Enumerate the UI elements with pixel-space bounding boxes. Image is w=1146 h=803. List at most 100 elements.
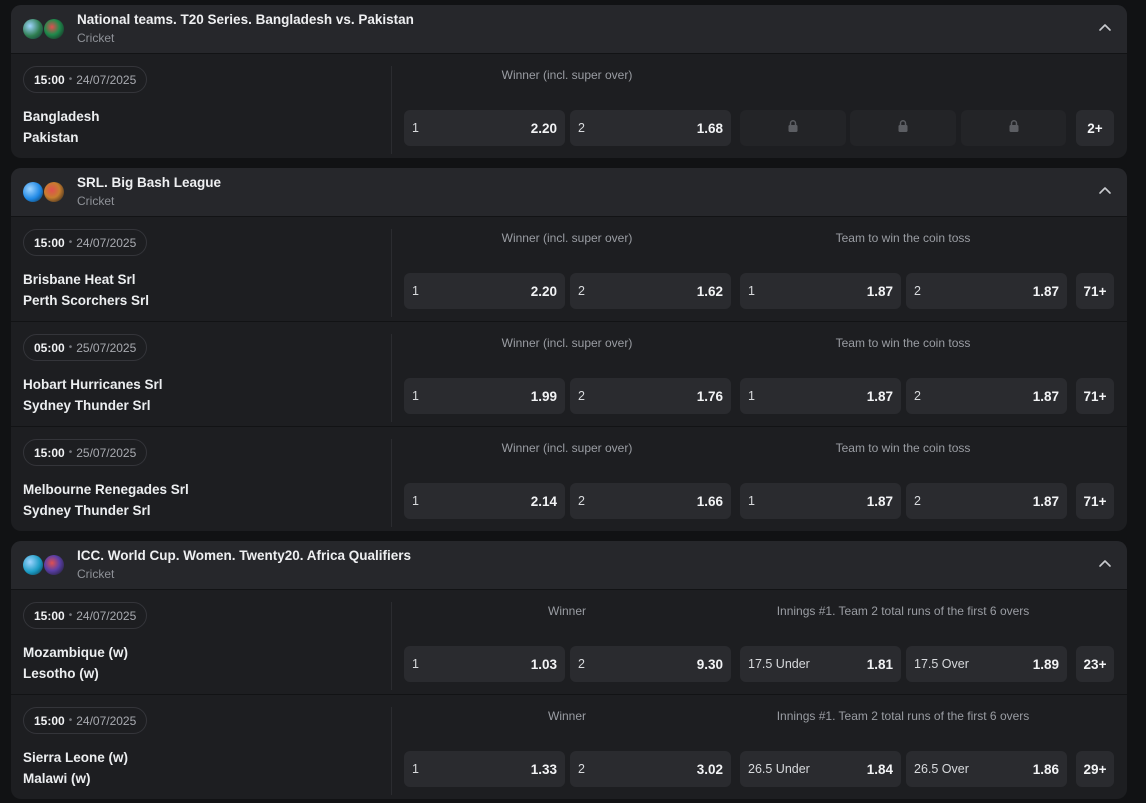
odds-button[interactable]: 1 2.14 (404, 483, 565, 519)
event-teams[interactable]: Bangladesh Pakistan (23, 106, 100, 148)
odds-button[interactable]: 1 1.99 (404, 378, 565, 414)
odds-button[interactable]: 1 1.87 (740, 483, 901, 519)
event-teams[interactable]: Sierra Leone (w) Malawi (w) (23, 747, 128, 789)
odds-button[interactable]: 1 1.87 (740, 273, 901, 309)
odds-button[interactable]: 1 2.20 (404, 110, 565, 146)
odds-button[interactable]: 2 1.76 (570, 378, 731, 414)
event-row[interactable]: 15:00 • 24/07/2025 Mozambique (w) Lesotho (w… (11, 589, 1127, 694)
market-1-label: Winner (547, 604, 587, 618)
odds-button[interactable]: 1 1.87 (740, 378, 901, 414)
market-2-label: Team to win the coin toss (835, 231, 971, 245)
more-markets-button[interactable]: 71+ (1076, 273, 1114, 309)
odds-outcome-label: 1 (412, 121, 419, 135)
locked-odds-slot (740, 110, 846, 146)
odds-outcome-label: 2 (914, 494, 921, 508)
collapse-chevron-icon[interactable] (1097, 183, 1113, 199)
odds-outcome-label: 26.5 Over (914, 762, 969, 776)
odds-value: 3.02 (696, 761, 723, 777)
odds-button[interactable]: 2 1.87 (906, 378, 1067, 414)
odds-outcome-label: 2 (914, 389, 921, 403)
league-name: SRL. Big Bash League (77, 175, 222, 190)
league-header[interactable]: National teams. T20 Series. Bangladesh v… (11, 5, 1127, 53)
odds-value: 1.76 (696, 388, 723, 404)
odds-value: 1.68 (696, 120, 723, 136)
more-markets-button[interactable]: 29+ (1076, 751, 1114, 787)
odds-button[interactable]: 2 1.87 (906, 273, 1067, 309)
event-row[interactable]: 15:00 • 24/07/2025 Bangladesh Pakistan Winner… (11, 53, 1127, 158)
odds-button[interactable]: 2 9.30 (570, 646, 731, 682)
odds-outcome-label: 1 (748, 389, 755, 403)
league-block: SRL. Big Bash League Cricket 15:00 • 24/07/2… (11, 168, 1127, 531)
event-date: 24/07/2025 (76, 713, 137, 728)
odds-button[interactable]: 2 1.66 (570, 483, 731, 519)
event-date: 24/07/2025 (76, 235, 137, 250)
odds-button[interactable]: 2 1.68 (570, 110, 731, 146)
event-teams[interactable]: Melbourne Renegades Srl Sydney Thunder Sr… (23, 479, 189, 521)
locked-odds-slot (961, 110, 1066, 146)
event-teams[interactable]: Hobart Hurricanes Srl Sydney Thunder Srl (23, 374, 163, 416)
more-markets-button[interactable]: 71+ (1076, 483, 1114, 519)
column-divider (391, 334, 392, 422)
league-header[interactable]: SRL. Big Bash League Cricket (11, 168, 1127, 216)
league-sport: Cricket (77, 194, 115, 208)
odds-outcome-label: 1 (412, 657, 419, 671)
separator-dot: • (68, 342, 73, 353)
more-markets-button[interactable]: 23+ (1076, 646, 1114, 682)
column-divider (391, 439, 392, 527)
league-flags (23, 554, 69, 576)
event-time-pill: 15:00 • 24/07/2025 (23, 229, 148, 256)
league-header[interactable]: ICC. World Cup. Women. Twenty20. Africa … (11, 541, 1127, 589)
lock-icon (1007, 119, 1021, 138)
event-time-pill: 15:00 • 24/07/2025 (23, 66, 148, 93)
odds-outcome-label: 2 (578, 121, 585, 135)
collapse-chevron-icon[interactable] (1097, 20, 1113, 36)
odds-outcome-label: 26.5 Under (748, 762, 810, 776)
locked-odds-slot (850, 110, 956, 146)
market-1-label: Winner (incl. super over) (501, 336, 633, 350)
odds-button[interactable]: 2 1.87 (906, 483, 1067, 519)
odds-outcome-label: 2 (578, 762, 585, 776)
event-teams[interactable]: Mozambique (w) Lesotho (w) (23, 642, 128, 684)
event-teams[interactable]: Brisbane Heat Srl Perth Scorchers Srl (23, 269, 149, 311)
odds-value: 2.20 (530, 120, 557, 136)
separator-dot: • (68, 447, 73, 458)
lock-icon (896, 119, 910, 138)
event-time: 15:00 (34, 235, 65, 250)
odds-value: 1.03 (530, 656, 557, 672)
odds-button[interactable]: 26.5 Over 1.86 (906, 751, 1067, 787)
odds-button[interactable]: 1 2.20 (404, 273, 565, 309)
event-list: National teams. T20 Series. Bangladesh v… (0, 5, 1146, 799)
odds-outcome-label: 17.5 Over (914, 657, 969, 671)
odds-value: 1.81 (866, 656, 893, 672)
odds-button[interactable]: 26.5 Under 1.84 (740, 751, 901, 787)
odds-button[interactable]: 2 3.02 (570, 751, 731, 787)
team-2-name: Sydney Thunder Srl (23, 503, 151, 518)
odds-button[interactable]: 2 1.62 (570, 273, 731, 309)
team-1-name: Mozambique (w) (23, 645, 128, 660)
market-2-label: Team to win the coin toss (835, 336, 971, 350)
team-1-name: Hobart Hurricanes Srl (23, 377, 163, 392)
collapse-chevron-icon[interactable] (1097, 556, 1113, 572)
event-time-pill: 15:00 • 24/07/2025 (23, 602, 148, 629)
odds-outcome-label: 2 (578, 284, 585, 298)
country-flag-icon (44, 19, 64, 39)
event-row[interactable]: 15:00 • 24/07/2025 Brisbane Heat Srl Perth S… (11, 216, 1127, 321)
odds-button[interactable]: 1 1.33 (404, 751, 565, 787)
event-row[interactable]: 15:00 • 25/07/2025 Melbourne Renegades Srl S… (11, 426, 1127, 531)
odds-button[interactable]: 17.5 Under 1.81 (740, 646, 901, 682)
league-flags (23, 181, 69, 203)
more-markets-button[interactable]: 2+ (1076, 110, 1114, 146)
odds-button[interactable]: 17.5 Over 1.89 (906, 646, 1067, 682)
event-row[interactable]: 15:00 • 24/07/2025 Sierra Leone (w) Malawi (… (11, 694, 1127, 799)
odds-outcome-label: 1 (748, 284, 755, 298)
event-row[interactable]: 05:00 • 25/07/2025 Hobart Hurricanes Srl Syd… (11, 321, 1127, 426)
separator-dot: • (68, 610, 73, 621)
separator-dot: • (68, 237, 73, 248)
market-1-label: Winner (547, 709, 587, 723)
odds-value: 1.86 (1032, 761, 1059, 777)
team-2-name: Pakistan (23, 130, 79, 145)
more-markets-button[interactable]: 71+ (1076, 378, 1114, 414)
odds-button[interactable]: 1 1.03 (404, 646, 565, 682)
league-block: ICC. World Cup. Women. Twenty20. Africa … (11, 541, 1127, 799)
odds-value: 1.87 (866, 388, 893, 404)
